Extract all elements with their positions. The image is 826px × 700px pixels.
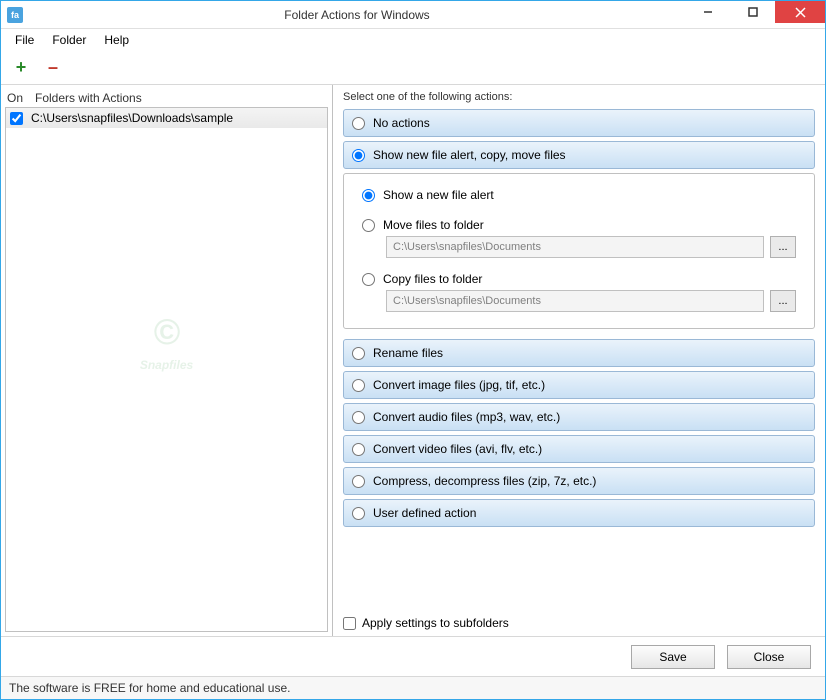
label-convert-image: Convert image files (jpg, tif, etc.) bbox=[373, 378, 545, 392]
footer: Save Close bbox=[1, 637, 825, 677]
apply-subfolders-row[interactable]: Apply settings to subfolders bbox=[343, 604, 815, 630]
remove-folder-button[interactable]: – bbox=[41, 56, 65, 80]
radio-convert-video[interactable] bbox=[352, 443, 365, 456]
actions-heading: Select one of the following actions: bbox=[343, 91, 815, 103]
copy-path-row: ... bbox=[386, 290, 796, 312]
minimize-icon bbox=[703, 7, 713, 17]
action-compress[interactable]: Compress, decompress files (zip, 7z, etc… bbox=[343, 467, 815, 495]
action-user-defined[interactable]: User defined action bbox=[343, 499, 815, 527]
column-on: On bbox=[7, 91, 35, 105]
main-content: On Folders with Actions C:\Users\snapfil… bbox=[1, 85, 825, 637]
label-convert-audio: Convert audio files (mp3, wav, etc.) bbox=[373, 410, 560, 424]
watermark: © Snapfiles bbox=[140, 311, 193, 375]
label-show-alert-group: Show new file alert, copy, move files bbox=[373, 148, 566, 162]
close-button[interactable] bbox=[775, 1, 825, 23]
action-show-alert-group[interactable]: Show new file alert, copy, move files bbox=[343, 141, 815, 169]
folders-panel: On Folders with Actions C:\Users\snapfil… bbox=[1, 85, 333, 636]
folders-header: On Folders with Actions bbox=[1, 85, 332, 107]
titlebar: fa Folder Actions for Windows bbox=[1, 1, 825, 29]
apply-subfolders-checkbox[interactable] bbox=[343, 617, 356, 630]
folder-path: C:\Users\snapfiles\Downloads\sample bbox=[31, 111, 233, 125]
actions-panel: Select one of the following actions: No … bbox=[333, 85, 825, 636]
label-convert-video: Convert video files (avi, flv, etc.) bbox=[373, 442, 542, 456]
move-browse-button[interactable]: ... bbox=[770, 236, 796, 258]
label-user-defined: User defined action bbox=[373, 506, 476, 520]
folders-list[interactable]: C:\Users\snapfiles\Downloads\sample © Sn… bbox=[5, 107, 328, 632]
apply-subfolders-label: Apply settings to subfolders bbox=[362, 616, 509, 630]
toolbar: + – bbox=[1, 51, 825, 85]
action-convert-audio[interactable]: Convert audio files (mp3, wav, etc.) bbox=[343, 403, 815, 431]
column-folders: Folders with Actions bbox=[35, 91, 142, 105]
maximize-button[interactable] bbox=[730, 1, 775, 23]
radio-user-defined[interactable] bbox=[352, 507, 365, 520]
menu-help[interactable]: Help bbox=[96, 31, 137, 49]
radio-convert-image[interactable] bbox=[352, 379, 365, 392]
menu-folder[interactable]: Folder bbox=[44, 31, 94, 49]
label-show-alert: Show a new file alert bbox=[383, 188, 494, 202]
label-compress: Compress, decompress files (zip, 7z, etc… bbox=[373, 474, 596, 488]
label-copy-to: Copy files to folder bbox=[383, 272, 482, 286]
label-no-actions: No actions bbox=[373, 116, 430, 130]
title-text: Folder Actions for Windows bbox=[29, 8, 685, 22]
folder-row[interactable]: C:\Users\snapfiles\Downloads\sample bbox=[6, 108, 327, 128]
app-window: fa Folder Actions for Windows File Folde… bbox=[0, 0, 826, 700]
radio-show-alert[interactable] bbox=[362, 189, 375, 202]
minimize-button[interactable] bbox=[685, 1, 730, 23]
label-move-to: Move files to folder bbox=[383, 218, 484, 232]
watermark-text: Snapfiles bbox=[140, 358, 193, 372]
sub-move-to[interactable]: Move files to folder bbox=[362, 218, 796, 232]
radio-show-alert-group[interactable] bbox=[352, 149, 365, 162]
maximize-icon bbox=[748, 7, 758, 17]
app-icon: fa bbox=[7, 7, 23, 23]
menubar: File Folder Help bbox=[1, 29, 825, 51]
add-folder-button[interactable]: + bbox=[9, 56, 33, 80]
action-convert-image[interactable]: Convert image files (jpg, tif, etc.) bbox=[343, 371, 815, 399]
move-path-input[interactable] bbox=[386, 236, 764, 258]
radio-rename[interactable] bbox=[352, 347, 365, 360]
save-button[interactable]: Save bbox=[631, 645, 715, 669]
action-convert-video[interactable]: Convert video files (avi, flv, etc.) bbox=[343, 435, 815, 463]
status-text: The software is FREE for home and educat… bbox=[9, 681, 290, 695]
copy-browse-button[interactable]: ... bbox=[770, 290, 796, 312]
label-rename: Rename files bbox=[373, 346, 443, 360]
copyright-icon: © bbox=[140, 311, 193, 353]
move-path-row: ... bbox=[386, 236, 796, 258]
window-controls bbox=[685, 1, 825, 28]
action-no-actions[interactable]: No actions bbox=[343, 109, 815, 137]
menu-file[interactable]: File bbox=[7, 31, 42, 49]
radio-move-to[interactable] bbox=[362, 219, 375, 232]
radio-no-actions[interactable] bbox=[352, 117, 365, 130]
copy-path-input[interactable] bbox=[386, 290, 764, 312]
radio-copy-to[interactable] bbox=[362, 273, 375, 286]
radio-compress[interactable] bbox=[352, 475, 365, 488]
close-app-button[interactable]: Close bbox=[727, 645, 811, 669]
sub-copy-to[interactable]: Copy files to folder bbox=[362, 272, 796, 286]
statusbar: The software is FREE for home and educat… bbox=[1, 677, 825, 699]
sub-actions-panel: Show a new file alert Move files to fold… bbox=[343, 173, 815, 329]
radio-convert-audio[interactable] bbox=[352, 411, 365, 424]
sub-show-alert[interactable]: Show a new file alert bbox=[362, 188, 796, 202]
close-icon bbox=[795, 7, 806, 18]
folder-enabled-checkbox[interactable] bbox=[10, 112, 23, 125]
action-rename[interactable]: Rename files bbox=[343, 339, 815, 367]
